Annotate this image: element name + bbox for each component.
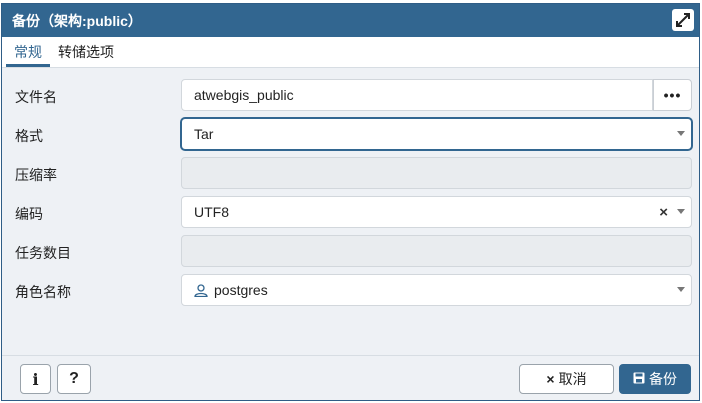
dialog-footer: i ? × 取消 备份 xyxy=(2,355,699,400)
user-icon xyxy=(194,283,208,297)
compression-input[interactable] xyxy=(181,157,692,189)
filename-input[interactable]: atwebgis_public xyxy=(181,79,653,111)
filename-label: 文件名 xyxy=(15,89,57,105)
clear-icon[interactable]: × xyxy=(659,204,668,221)
dialog-title: 备份（架构:public） xyxy=(12,12,142,29)
format-label: 格式 xyxy=(15,128,43,144)
cancel-button[interactable]: × 取消 xyxy=(519,364,614,394)
row-format: 格式 Tar xyxy=(2,118,699,152)
tab-general[interactable]: 常规 xyxy=(6,39,50,67)
backup-label: 备份 xyxy=(649,371,677,387)
role-value: postgres xyxy=(214,282,268,298)
chevron-down-icon xyxy=(677,131,685,136)
jobs-input[interactable] xyxy=(181,235,692,267)
help-button[interactable]: ? xyxy=(57,364,91,394)
form-body: 文件名 atwebgis_public ••• 格式 Tar 压缩率 编码 UT… xyxy=(2,68,699,356)
chevron-down-icon xyxy=(677,209,685,214)
role-label: 角色名称 xyxy=(15,284,71,300)
maximize-button[interactable] xyxy=(672,9,694,31)
row-role: 角色名称 postgres xyxy=(2,274,699,308)
compression-label: 压缩率 xyxy=(15,167,57,183)
close-icon: × xyxy=(546,371,555,387)
info-button[interactable]: i xyxy=(20,364,51,394)
tab-bar: 常规 转储选项 xyxy=(2,37,699,68)
save-icon xyxy=(633,371,645,387)
row-filename: 文件名 atwebgis_public ••• xyxy=(2,79,699,113)
row-compression: 压缩率 xyxy=(2,157,699,191)
jobs-label: 任务数目 xyxy=(15,245,71,261)
backup-dialog: 备份（架构:public） 常规 转储选项 文件名 atwebgis_publi… xyxy=(1,3,700,401)
encoding-value: UTF8 xyxy=(194,204,229,220)
encoding-select[interactable]: UTF8 × xyxy=(181,196,692,228)
dialog-titlebar: 备份（架构:public） xyxy=(2,4,699,37)
row-encoding: 编码 UTF8 × xyxy=(2,196,699,230)
more-icon: ••• xyxy=(663,87,682,103)
tab-dump-options[interactable]: 转储选项 xyxy=(50,39,122,67)
browse-button[interactable]: ••• xyxy=(653,79,692,111)
expand-icon xyxy=(676,13,690,27)
info-icon: i xyxy=(32,369,39,389)
backup-button[interactable]: 备份 xyxy=(619,364,691,394)
format-value: Tar xyxy=(194,126,214,142)
format-select[interactable]: Tar xyxy=(181,118,692,150)
help-icon: ? xyxy=(69,370,79,387)
filename-value: atwebgis_public xyxy=(194,87,294,103)
encoding-label: 编码 xyxy=(15,206,43,222)
role-select[interactable]: postgres xyxy=(181,274,692,306)
chevron-down-icon xyxy=(677,287,685,292)
row-jobs: 任务数目 xyxy=(2,235,699,269)
cancel-label: 取消 xyxy=(558,371,587,387)
